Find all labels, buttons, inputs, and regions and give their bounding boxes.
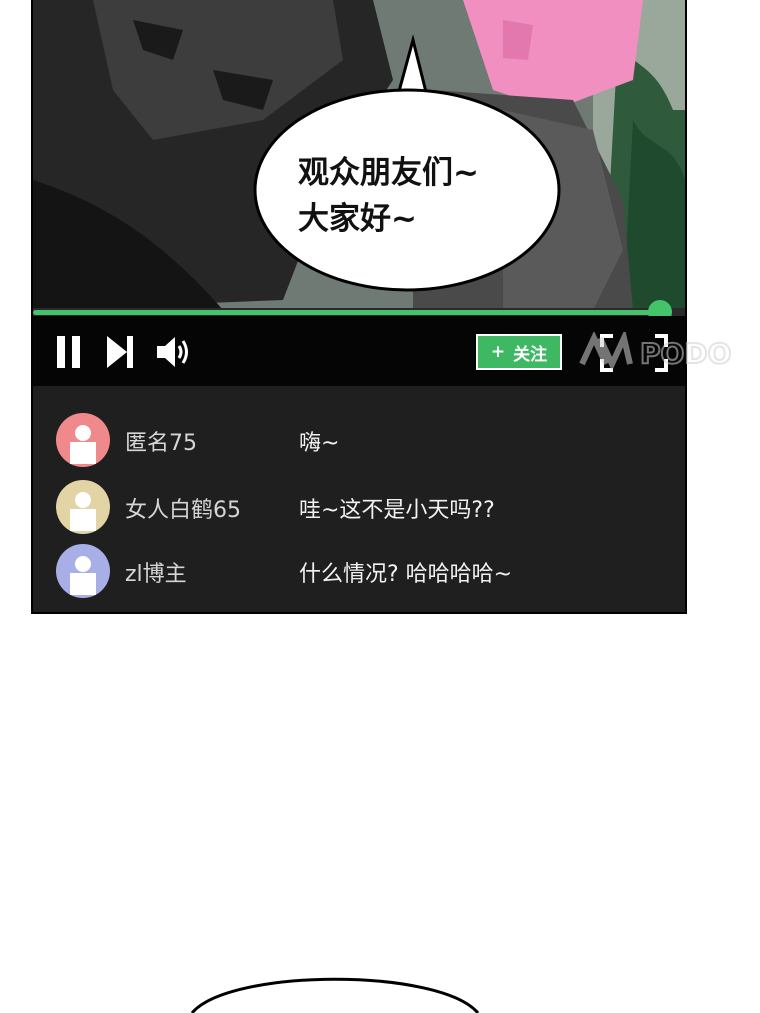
chat-username: 匿名75 [125, 431, 197, 456]
chat-message: 什么情况? 哈哈哈哈~ [299, 562, 513, 587]
next-speech-bubble [190, 977, 480, 1013]
chat-message: 哇~这不是小天吗?? [299, 498, 495, 523]
speech-line-2: 大家好~ [298, 201, 417, 237]
avatar [56, 480, 110, 534]
volume-icon[interactable] [155, 334, 193, 370]
speech-line-1: 观众朋友们~ [298, 155, 479, 191]
chat-list: 匿名75 嗨~ 女人白鹤65 哇~这不是小天吗?? zl博主 什么情况? 哈哈哈… [33, 386, 685, 612]
chat-item: 匿名75 嗨~ [33, 410, 685, 470]
svg-text:PODO: PODO [640, 337, 731, 370]
chat-message: 嗨~ [299, 431, 340, 456]
podo-watermark-logo: PODO [579, 332, 732, 372]
chat-item: 女人白鹤65 哇~这不是小天吗?? [33, 477, 685, 537]
pause-icon[interactable] [55, 334, 83, 370]
plus-icon: + [490, 342, 506, 362]
chat-username: zl博主 [125, 562, 187, 587]
chat-item: zl博主 什么情况? 哈哈哈哈~ [33, 541, 685, 601]
avatar [56, 544, 110, 598]
progress-bar[interactable] [33, 300, 685, 324]
live-stream-panel: 观众朋友们~ 大家好~ + 关注 匿名75 嗨~ 女人白鹤65 哇~这不是小天吗… [31, 0, 687, 614]
follow-button[interactable]: + 关注 [476, 334, 562, 370]
speech-bubble-text: 观众朋友们~ 大家好~ [298, 150, 479, 242]
progress-fill [33, 310, 660, 315]
skip-next-icon[interactable] [105, 334, 135, 370]
follow-button-label: 关注 [513, 344, 548, 365]
video-frame[interactable]: 观众朋友们~ 大家好~ [33, 0, 685, 310]
avatar [56, 413, 110, 467]
chat-username: 女人白鹤65 [125, 498, 241, 523]
